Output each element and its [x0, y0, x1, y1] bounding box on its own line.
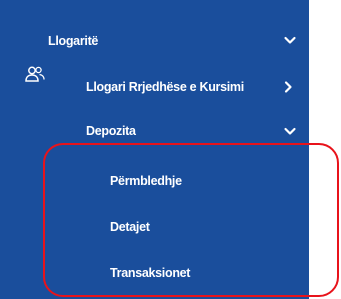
submenu-item-summary[interactable]: Përmbledhje — [0, 172, 309, 192]
submenu-item-details-label: Detajet — [110, 220, 150, 234]
submenu-item-summary-label: Përmbledhje — [110, 174, 182, 188]
chevron-down-icon — [284, 36, 296, 44]
sidebar-nav: Llogaritë Llogari Rrjedhëse e Kursimi De… — [0, 0, 309, 299]
menu-item-accounts[interactable]: Llogaritë — [0, 32, 309, 82]
menu-item-accounts-label: Llogaritë — [48, 34, 99, 48]
menu-item-deposits[interactable]: Depozita — [0, 122, 309, 142]
submenu-item-details[interactable]: Detajet — [0, 218, 309, 238]
submenu-item-transactions-label: Transaksionet — [110, 266, 191, 280]
menu-item-current-savings[interactable]: Llogari Rrjedhëse e Kursimi — [0, 78, 309, 98]
chevron-down-icon — [284, 127, 296, 135]
submenu-item-transactions[interactable]: Transaksionet — [0, 264, 309, 284]
menu-item-current-savings-label: Llogari Rrjedhëse e Kursimi — [86, 80, 244, 94]
chevron-right-icon — [284, 81, 292, 93]
menu-item-deposits-label: Depozita — [86, 124, 136, 138]
